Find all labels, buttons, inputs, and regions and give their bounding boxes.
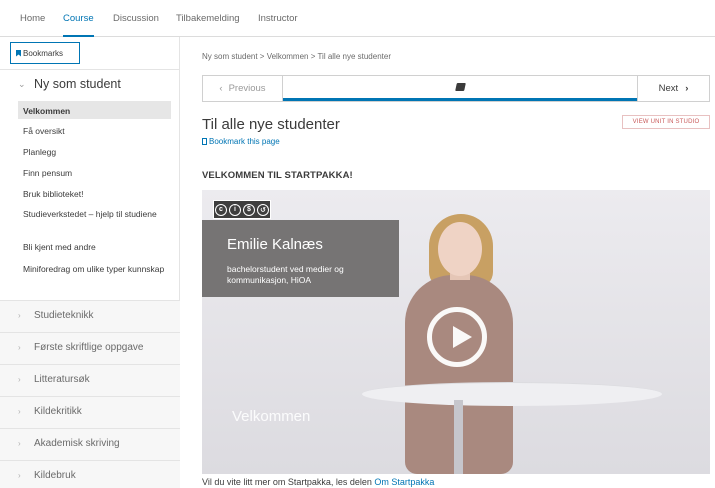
- breadcrumb: Ny som student > Velkommen > Til alle ny…: [202, 52, 391, 61]
- previous-label: Previous: [228, 83, 266, 94]
- cc-sa-icon: ↺: [257, 203, 269, 216]
- section-label: Akademisk skriving: [34, 438, 120, 449]
- subsection-bruk-biblioteket[interactable]: Bruk biblioteket!: [18, 188, 171, 200]
- chevron-right-icon: ›: [18, 375, 21, 384]
- om-startpakka-link[interactable]: Om Startpakka: [374, 477, 434, 487]
- subsection-fa-oversikt[interactable]: Få oversikt: [18, 125, 171, 137]
- bookmark-page-link[interactable]: Bookmark this page: [202, 137, 280, 146]
- tab-course[interactable]: Course: [63, 0, 94, 38]
- speaker-nameplate: Emilie Kalnæs bachelorstudent ved medier…: [202, 220, 399, 297]
- course-tabs: Home Course Discussion Tilbakemelding In…: [0, 0, 715, 38]
- section-label: Kildebruk: [34, 470, 76, 481]
- chevron-right-icon: ›: [18, 471, 21, 480]
- chevron-right-icon: ›: [18, 439, 21, 448]
- play-button[interactable]: [427, 307, 487, 367]
- next-button[interactable]: Next ›: [637, 76, 709, 101]
- cc-icon: c: [215, 203, 227, 216]
- section-label: Ny som student: [34, 77, 121, 91]
- section-forste-skriftlige-oppgave[interactable]: › Første skriftlige oppgave: [0, 332, 180, 364]
- presenter-face: [438, 222, 482, 276]
- table-stem: [454, 400, 463, 474]
- subsection-finn-pensum[interactable]: Finn pensum: [18, 167, 171, 179]
- section-studieteknikk[interactable]: › Studieteknikk: [0, 300, 180, 332]
- section-kildebruk[interactable]: › Kildebruk: [0, 460, 180, 488]
- video-title: Velkommen: [232, 408, 311, 425]
- chevron-right-icon: ›: [18, 343, 21, 352]
- section-litteratursok[interactable]: › Litteratursøk: [0, 364, 180, 396]
- video-player[interactable]: c i $ ↺ Emilie Kalnæs bachelorstudent ve…: [202, 190, 710, 474]
- subsection-miniforedrag[interactable]: Miniforedrag om ulike typer kunnskap: [18, 263, 171, 275]
- cc-nc-icon: $: [243, 203, 255, 216]
- tab-instructor[interactable]: Instructor: [258, 0, 298, 37]
- chevron-right-icon: ›: [18, 407, 21, 416]
- section-heading: VELKOMMEN TIL STARTPAKKA!: [202, 170, 353, 181]
- bookmark-icon: [16, 49, 21, 57]
- table-top: [362, 382, 662, 406]
- creative-commons-badge: c i $ ↺: [213, 200, 271, 219]
- next-label: Next: [658, 83, 679, 94]
- speaker-name: Emilie Kalnæs: [227, 236, 323, 253]
- sequence-navigation: ‹ Previous Next ›: [202, 75, 710, 102]
- tab-discussion[interactable]: Discussion: [113, 0, 159, 37]
- chevron-down-icon: ⌄: [18, 79, 26, 89]
- course-outline-sidebar: Bookmarks ⌄ Ny som student Velkommen Få …: [0, 37, 180, 488]
- section-label: Kildekritikk: [34, 406, 82, 417]
- bookmarks-label: Bookmarks: [23, 48, 64, 58]
- bookmarks-button[interactable]: Bookmarks: [10, 42, 80, 64]
- book-icon: [454, 83, 466, 91]
- subsection-planlegg[interactable]: Planlegg: [18, 146, 171, 158]
- section-label: Litteratursøk: [34, 374, 90, 385]
- section-akademisk-skriving[interactable]: › Akademisk skriving: [0, 428, 180, 460]
- speaker-description: bachelorstudent ved medier og kommunikas…: [227, 264, 344, 285]
- bookmark-page-label: Bookmark this page: [209, 137, 280, 146]
- tab-tilbakemelding[interactable]: Tilbakemelding: [176, 0, 240, 37]
- section-label: Studieteknikk: [34, 310, 94, 321]
- caption-text: Vil du vite litt mer om Startpakka, les …: [202, 477, 434, 487]
- cc-by-icon: i: [229, 203, 241, 216]
- page-title: Til alle nye studenter: [202, 116, 340, 133]
- subsection-studieverkstedet[interactable]: Studieverkstedet – hjelp til studiene: [18, 208, 171, 220]
- caption-body: Vil du vite litt mer om Startpakka, les …: [202, 477, 375, 487]
- bookmark-outline-icon: [202, 138, 207, 145]
- sequence-unit-tab[interactable]: [283, 76, 637, 101]
- section-kildekritikk[interactable]: › Kildekritikk: [0, 396, 180, 428]
- chevron-right-icon: ›: [685, 83, 689, 94]
- previous-button[interactable]: ‹ Previous: [203, 76, 283, 101]
- section-label: Første skriftlige oppgave: [34, 342, 144, 353]
- chevron-left-icon: ‹: [219, 83, 223, 94]
- subsection-velkommen[interactable]: Velkommen: [18, 101, 171, 119]
- view-unit-in-studio-button[interactable]: VIEW UNIT IN STUDIO: [622, 115, 710, 129]
- tab-home[interactable]: Home: [20, 0, 45, 37]
- section-ny-som-student[interactable]: ⌄ Ny som student: [0, 69, 180, 99]
- chevron-right-icon: ›: [18, 311, 21, 320]
- subsection-bli-kjent[interactable]: Bli kjent med andre: [18, 241, 171, 253]
